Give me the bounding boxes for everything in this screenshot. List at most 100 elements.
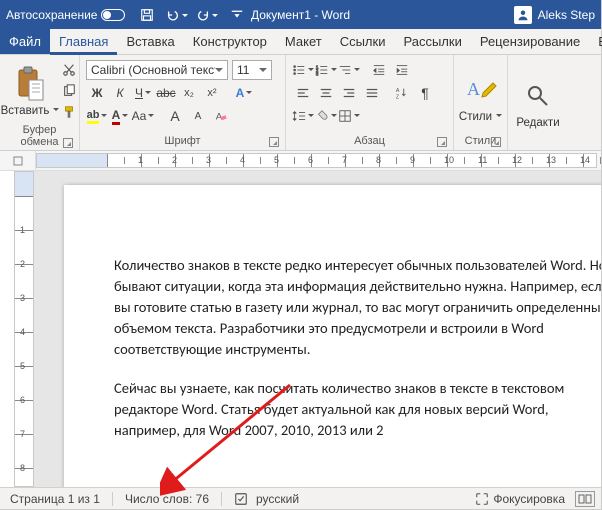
increase-indent-button[interactable] <box>391 60 413 80</box>
grow-font-button[interactable]: A <box>164 106 186 126</box>
group-font: Calibri (Основной текст 11 Ж К Ч abc x₂ … <box>80 55 286 150</box>
align-right-button[interactable] <box>338 83 360 103</box>
tab-design[interactable]: Конструктор <box>184 29 276 54</box>
chevron-down-icon <box>494 111 502 123</box>
chevron-down-icon <box>120 109 128 123</box>
editing-button[interactable]: Редакти <box>512 58 564 145</box>
status-proofing-icon[interactable] <box>230 492 252 506</box>
tab-insert[interactable]: Вставка <box>117 29 183 54</box>
dialog-launcher-icon[interactable] <box>437 137 447 147</box>
cut-icon[interactable] <box>58 60 80 80</box>
redo-icon[interactable] <box>195 4 219 26</box>
tab-file[interactable]: Файл <box>0 29 50 54</box>
user-name[interactable]: Aleks Step <box>538 8 595 22</box>
change-case-button[interactable]: Aa <box>132 106 154 126</box>
chevron-down-icon <box>146 109 154 123</box>
group-paragraph: 123 AZ ¶ Абзац <box>286 55 454 150</box>
status-word-count[interactable]: Число слов: 76 <box>121 492 213 506</box>
status-language[interactable]: русский <box>252 492 303 506</box>
tab-mailings[interactable]: Рассылки <box>394 29 470 54</box>
group-styles: A Стили Стили <box>454 55 508 150</box>
tab-review[interactable]: Рецензирование <box>471 29 589 54</box>
paste-icon <box>15 63 45 105</box>
show-marks-button[interactable]: ¶ <box>414 83 436 103</box>
user-avatar-icon[interactable] <box>514 6 532 24</box>
text-effects-button[interactable]: A <box>233 83 255 103</box>
dialog-launcher-icon[interactable] <box>63 138 73 148</box>
copy-icon[interactable] <box>58 81 80 101</box>
document-area: 123456789 Количество знаков в тексте ред… <box>0 171 601 487</box>
svg-text:A: A <box>467 79 480 99</box>
svg-text:A: A <box>396 88 400 94</box>
decrease-indent-button[interactable] <box>368 60 390 80</box>
status-bar: Страница 1 из 1 Число слов: 76 русский Ф… <box>0 487 601 509</box>
group-clipboard: Вставить Буфер обмена <box>0 55 80 150</box>
toggle-switch-icon <box>101 9 125 21</box>
strikethrough-button[interactable]: abc <box>155 83 177 103</box>
paste-label: Вставить <box>1 105 50 117</box>
document-page[interactable]: Количество знаков в тексте редко интерес… <box>64 185 601 487</box>
horizontal-ruler-area: 123456789101112131415 <box>0 151 601 171</box>
autosave-label: Автосохранение <box>6 8 97 22</box>
read-mode-icon[interactable] <box>575 491 595 507</box>
dialog-launcher-icon[interactable] <box>269 137 279 147</box>
document-title: Документ1 - Word <box>251 8 350 22</box>
paste-button[interactable]: Вставить <box>4 58 56 122</box>
subscript-button[interactable]: x₂ <box>178 83 200 103</box>
chevron-down-icon <box>99 109 107 123</box>
chevron-down-icon <box>329 63 337 77</box>
group-editing: Редакти <box>508 55 568 150</box>
justify-button[interactable] <box>361 83 383 103</box>
font-family-combo[interactable]: Calibri (Основной текст <box>86 60 228 80</box>
align-center-button[interactable] <box>315 83 337 103</box>
clear-formatting-button[interactable]: A <box>210 106 232 126</box>
superscript-button[interactable]: x² <box>201 83 223 103</box>
chevron-down-icon <box>306 63 314 77</box>
svg-text:Z: Z <box>396 94 400 100</box>
shading-button[interactable] <box>315 106 337 126</box>
bold-button[interactable]: Ж <box>86 83 108 103</box>
bullets-button[interactable] <box>292 60 314 80</box>
chevron-down-icon <box>306 109 314 123</box>
vertical-ruler[interactable]: 123456789 <box>14 171 34 487</box>
quick-access-toolbar <box>135 4 249 26</box>
status-page[interactable]: Страница 1 из 1 <box>6 492 104 506</box>
paragraph-1: Количество знаков в тексте редко интерес… <box>114 255 601 360</box>
underline-button[interactable]: Ч <box>132 83 154 103</box>
save-icon[interactable] <box>135 4 159 26</box>
tab-home[interactable]: Главная <box>50 29 117 54</box>
tab-references[interactable]: Ссылки <box>331 29 395 54</box>
ruler-corner[interactable] <box>0 151 36 170</box>
align-left-button[interactable] <box>292 83 314 103</box>
borders-button[interactable] <box>338 106 360 126</box>
group-label-font: Шрифт <box>84 133 281 150</box>
font-size-combo[interactable]: 11 <box>232 60 272 80</box>
focus-mode-button[interactable]: Фокусировка <box>471 492 569 506</box>
autosave-toggle[interactable]: Автосохранение <box>6 8 125 22</box>
ribbon-tabs: Файл Главная Вставка Конструктор Макет С… <box>0 29 601 55</box>
horizontal-ruler[interactable]: 123456789101112131415 <box>36 153 597 168</box>
dialog-launcher-icon[interactable] <box>491 137 501 147</box>
chevron-down-icon <box>329 109 337 123</box>
font-color-button[interactable]: A <box>109 106 131 126</box>
format-painter-icon[interactable] <box>58 102 80 122</box>
highlight-color-button[interactable]: ab <box>86 106 108 126</box>
numbering-button[interactable]: 123 <box>315 60 337 80</box>
undo-icon[interactable] <box>165 4 189 26</box>
multilevel-list-button[interactable] <box>338 60 360 80</box>
shrink-font-button[interactable]: A <box>187 106 209 126</box>
tab-view[interactable]: Вид <box>589 29 602 54</box>
page-container: Количество знаков в тексте редко интерес… <box>34 171 601 487</box>
styles-button[interactable]: A Стили <box>458 58 503 133</box>
qat-customize-icon[interactable] <box>225 4 249 26</box>
ribbon: Вставить Буфер обмена C <box>0 55 601 151</box>
italic-button[interactable]: К <box>109 83 131 103</box>
find-icon <box>525 75 551 117</box>
sort-button[interactable]: AZ <box>391 83 413 103</box>
chevron-down-icon <box>352 63 360 77</box>
paragraph-2: Сейчас вы узнаете, как посчитать количес… <box>114 378 601 441</box>
tab-layout[interactable]: Макет <box>276 29 331 54</box>
line-spacing-button[interactable] <box>292 106 314 126</box>
group-label-styles: Стили <box>458 133 503 150</box>
styles-icon: A <box>465 69 497 111</box>
